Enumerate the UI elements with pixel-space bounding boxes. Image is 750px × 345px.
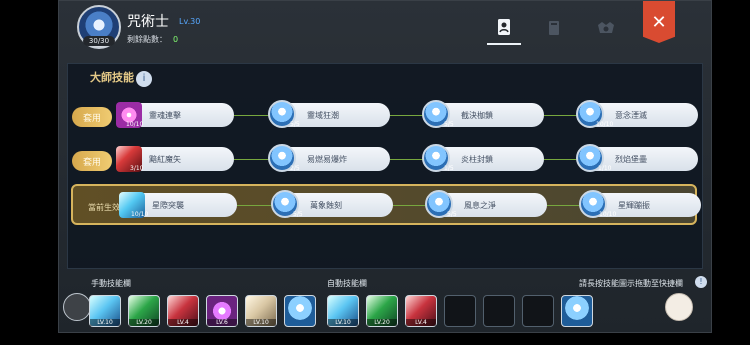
auto-skill-bar-label: 自動技能欄: [327, 279, 367, 288]
skill-flame-fortress[interactable]: 1/10 烈焰堡壘: [576, 144, 698, 172]
emblem-icon: [598, 22, 614, 33]
auto-slot-7[interactable]: [561, 295, 593, 327]
master-skills-panel: 大師技能 i 套用 10/10 靈魂連擊 5/5 靈域狂潮 5/5 截決枷鎖 1…: [67, 63, 703, 269]
skill-bar-footer: 手動技能欄 自動技能欄 請長按技能圖示拖動至快捷欄 ! LV.10 LV.20 …: [59, 271, 711, 334]
book-icon: [549, 21, 559, 35]
auto-slot-6[interactable]: [522, 295, 554, 327]
auto-slot-5[interactable]: [483, 295, 515, 327]
window-header: 30/30 咒術士 Lv.30 剩餘點數： 0 ✕: [59, 1, 711, 49]
skill-row-active: 當前生效 10/10 星際突襲 5/5 萬象蝕刻 5/5 風息之淨 10/10 …: [71, 184, 701, 225]
drag-hint: 請長按技能圖示拖動至快捷欄: [579, 279, 683, 288]
tab-book[interactable]: [537, 11, 571, 45]
profile-book-icon: [498, 19, 510, 35]
skill-row-1: 套用 10/10 靈魂連擊 5/5 靈域狂潮 5/5 截決枷鎖 10/10 意念…: [68, 100, 704, 130]
manual-slot-1[interactable]: LV.10: [89, 295, 121, 327]
close-button[interactable]: ✕: [643, 1, 675, 43]
skill-wind-purify[interactable]: 5/5 風息之淨: [425, 190, 547, 218]
auto-slot-1[interactable]: LV.10: [327, 295, 359, 327]
face-left-icon[interactable]: [63, 293, 91, 321]
manual-slot-4[interactable]: LV.6: [206, 295, 238, 327]
manual-skill-bar-label: 手動技能欄: [91, 279, 131, 288]
skill-flammable-explosion[interactable]: 2/5 易燃易爆炸: [268, 144, 390, 172]
skill-soul-combo[interactable]: 10/10 靈魂連擊: [116, 102, 234, 128]
section-title: 大師技能: [90, 71, 134, 84]
close-icon: ✕: [651, 11, 667, 33]
apply-button-2[interactable]: 套用: [72, 151, 112, 171]
apply-button-1[interactable]: 套用: [72, 107, 112, 127]
auto-slot-2[interactable]: LV.20: [366, 295, 398, 327]
skill-crimson-bolt[interactable]: 3/10 黯紅魔矢: [116, 146, 234, 172]
skill-universal-etch[interactable]: 5/5 萬象蝕刻: [271, 190, 393, 218]
skill-starlight-burst[interactable]: 10/10 星輝蹦振: [579, 190, 701, 218]
avatar-count: 30/30: [83, 36, 115, 46]
skill-row-2: 套用 3/10 黯紅魔矢 2/5 易燃易爆炸 1/5 炎柱封鎖 1/10 烈焰堡…: [68, 144, 704, 174]
manual-slot-5[interactable]: LV.10: [245, 295, 277, 327]
skill-mind-annihilation[interactable]: 10/10 意念湮滅: [576, 100, 698, 128]
skill-judgment-chains[interactable]: 5/5 截決枷鎖: [422, 100, 544, 128]
tab-emblem[interactable]: [589, 11, 623, 45]
tab-skills[interactable]: [487, 11, 521, 45]
skill-star-assault[interactable]: 10/10 星際突襲: [119, 192, 237, 218]
skill-spirit-tide[interactable]: 5/5 靈域狂潮: [268, 100, 390, 128]
info-icon[interactable]: i: [136, 71, 152, 87]
auto-slot-3[interactable]: LV.4: [405, 295, 437, 327]
manual-slot-3[interactable]: LV.4: [167, 295, 199, 327]
class-title: 咒術士: [127, 14, 169, 30]
skill-window: 30/30 咒術士 Lv.30 剩餘點數： 0 ✕ 大師技能 i 套用 10/10…: [58, 0, 712, 333]
class-level: Lv.30: [179, 17, 201, 26]
remaining-points: 剩餘點數： 0: [127, 35, 179, 44]
skill-flame-pillar-lock[interactable]: 1/5 炎柱封鎖: [422, 144, 544, 172]
manual-slot-6[interactable]: [284, 295, 316, 327]
manual-slot-2[interactable]: LV.20: [128, 295, 160, 327]
pet-face-icon[interactable]: [665, 293, 693, 321]
auto-slot-4[interactable]: [444, 295, 476, 327]
help-icon[interactable]: !: [695, 276, 707, 288]
